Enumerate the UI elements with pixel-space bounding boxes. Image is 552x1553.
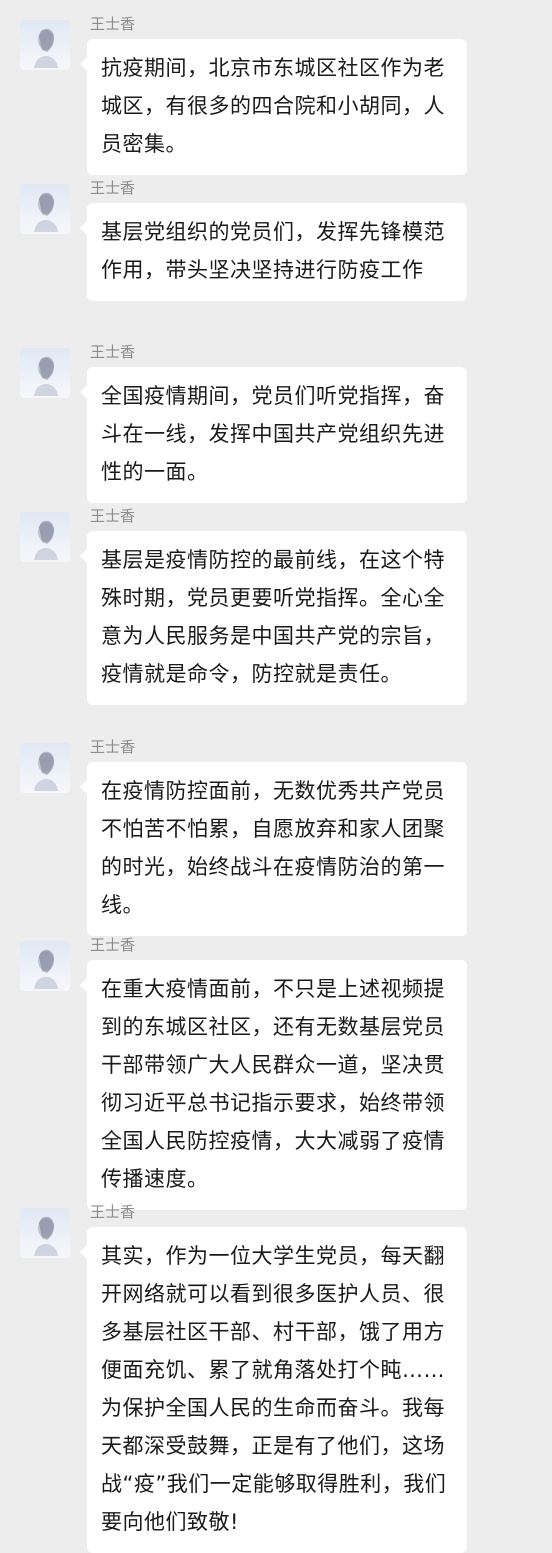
sender-name: 王士香 [90,179,136,197]
message-bubble[interactable]: 基层党组织的党员们，发挥先锋模范作用，带头坚决坚持进行防疫工作 [80,203,467,301]
avatar[interactable] [20,512,70,562]
sender-name: 王士香 [90,1203,136,1221]
avatar[interactable] [20,184,70,234]
sender-name: 王士香 [90,936,136,954]
avatar[interactable] [20,941,70,991]
message-bubble[interactable]: 全国疫情期间，党员们听党指挥，奋斗在一线，发挥中国共产党组织先进性的一面。 [80,367,467,503]
message-text: 基层党组织的党员们，发挥先锋模范作用，带头坚决坚持进行防疫工作 [101,220,445,282]
message-text: 在重大疫情面前，不只是上述视频提到的东城区社区，还有无数基层党员干部带领广大人民… [101,977,445,1191]
avatar[interactable] [20,348,70,398]
message-bubble[interactable]: 在疫情防控面前，无数优秀共产党员不怕苦不怕累，自愿放弃和家人团聚的时光，始终战斗… [80,762,467,936]
sender-name: 王士香 [90,343,136,361]
message-text: 在疫情防控面前，无数优秀共产党员不怕苦不怕累，自愿放弃和家人团聚的时光，始终战斗… [101,779,445,917]
sender-name: 王士香 [90,507,136,525]
avatar[interactable] [20,743,70,793]
message-text: 其实，作为一位大学生党员，每天翻开网络就可以看到很多医护人员、很多基层社区干部、… [101,1244,447,1534]
message-text: 基层是疫情防控的最前线，在这个特殊时期，党员更要听党指挥。全心全意为人民服务是中… [101,548,445,686]
sender-name: 王士香 [90,15,136,33]
message-bubble[interactable]: 在重大疫情面前，不只是上述视频提到的东城区社区，还有无数基层党员干部带领广大人民… [80,960,467,1210]
avatar[interactable] [20,1208,70,1258]
message-bubble[interactable]: 其实，作为一位大学生党员，每天翻开网络就可以看到很多医护人员、很多基层社区干部、… [80,1227,467,1553]
message-bubble[interactable]: 基层是疫情防控的最前线，在这个特殊时期，党员更要听党指挥。全心全意为人民服务是中… [80,531,467,705]
message-text: 抗疫期间，北京市东城区社区作为老城区，有很多的四合院和小胡同，人员密集。 [101,56,445,156]
message-text: 全国疫情期间，党员们听党指挥，奋斗在一线，发挥中国共产党组织先进性的一面。 [101,384,445,484]
message-bubble[interactable]: 抗疫期间，北京市东城区社区作为老城区，有很多的四合院和小胡同，人员密集。 [80,39,467,175]
chat-message-list[interactable]: 王士香 抗疫期间，北京市东城区社区作为老城区，有很多的四合院和小胡同，人员密集。… [0,0,552,1553]
avatar[interactable] [20,20,70,70]
sender-name: 王士香 [90,738,136,756]
